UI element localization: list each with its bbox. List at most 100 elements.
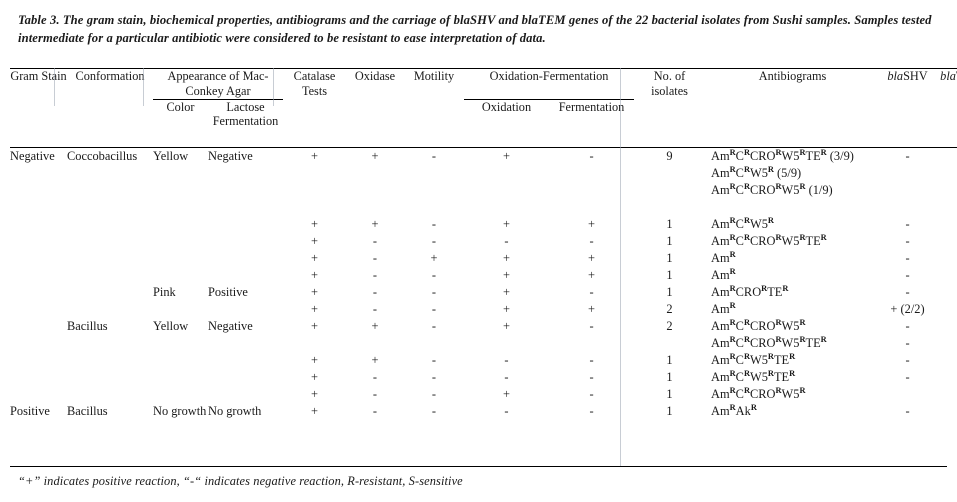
cell-isolates: 1 bbox=[666, 387, 673, 401]
cell-color: Pink bbox=[153, 285, 176, 299]
cell-blashv bbox=[880, 165, 935, 182]
cell-motility: - bbox=[404, 147, 464, 165]
table-row: + - - - - 1 AmRCRW5RTER - - bbox=[10, 369, 957, 386]
cell-blashv: - bbox=[905, 404, 910, 418]
cell-motility bbox=[404, 335, 464, 352]
cell-conformation bbox=[67, 386, 153, 403]
header-gram-stain: Gram Stain bbox=[10, 68, 67, 129]
cell-motility bbox=[404, 165, 464, 182]
data-table: Gram Stain Conformation Appearance of Ma… bbox=[10, 68, 957, 420]
cell-lactose bbox=[208, 165, 283, 182]
cell-oxidation: + bbox=[503, 217, 510, 231]
cell-motility bbox=[404, 182, 464, 199]
cell-oxidase: + bbox=[371, 217, 379, 231]
cell-gram-stain bbox=[10, 182, 67, 199]
cell-lactose: Negative bbox=[208, 319, 253, 333]
cell-motility: - bbox=[431, 404, 437, 418]
cell-oxidation: + bbox=[503, 251, 510, 265]
cell-conformation bbox=[67, 267, 153, 284]
header-appearance: Appearance of Mac-Conkey Agar bbox=[153, 68, 283, 99]
cell-catalase bbox=[283, 165, 346, 182]
column-divider-2 bbox=[143, 68, 144, 106]
cell-blashv: - bbox=[905, 336, 910, 350]
footer-rule bbox=[10, 466, 947, 467]
cell-lactose bbox=[208, 369, 283, 386]
cell-oxidation: + bbox=[503, 268, 510, 282]
cell-oxidation bbox=[464, 165, 549, 182]
cell-conformation bbox=[67, 216, 153, 233]
table-row: AmRCRW5R (5/9) bbox=[10, 165, 957, 182]
cell-antibiogram: AmRCRW5RTER bbox=[711, 351, 796, 367]
cell-motility bbox=[404, 199, 464, 216]
cell-motility: - bbox=[431, 353, 437, 367]
cell-catalase bbox=[283, 199, 346, 216]
cell-conformation: Coccobacillus bbox=[67, 147, 153, 165]
cell-fermentation bbox=[549, 182, 634, 199]
cell-lactose bbox=[208, 335, 283, 352]
cell-blatem: - bbox=[935, 386, 957, 403]
cell-oxidation: + bbox=[503, 319, 510, 333]
cell-blashv: + (2/2) bbox=[890, 302, 925, 316]
cell-gram-stain bbox=[10, 199, 67, 216]
cell-antibiogram: AmRCRCRORW5R bbox=[711, 385, 806, 401]
cell-oxidation bbox=[464, 199, 549, 216]
cell-motility: - bbox=[431, 234, 437, 248]
cell-antibiogram: AmR bbox=[711, 300, 736, 316]
blashv-rest: SHV bbox=[903, 69, 928, 83]
cell-lactose bbox=[208, 386, 283, 403]
cell-gram-stain bbox=[10, 284, 67, 301]
table-row: + - - + +1 AmR - - bbox=[10, 267, 957, 284]
cell-blashv: - bbox=[905, 370, 910, 384]
cell-lactose: No growth bbox=[208, 404, 262, 418]
cell-antibiogram: AmRAkR bbox=[711, 402, 757, 418]
cell-oxidase: - bbox=[372, 404, 378, 418]
cell-catalase: + bbox=[311, 217, 318, 231]
cell-blashv bbox=[880, 386, 935, 403]
table-row: + - + + +1 AmR - - bbox=[10, 250, 957, 267]
cell-blashv: - bbox=[905, 285, 910, 299]
cell-motility: - bbox=[431, 319, 437, 333]
cell-oxidation: - bbox=[504, 353, 509, 367]
cell-antibiogram: AmR bbox=[711, 249, 736, 265]
cell-isolates bbox=[634, 165, 705, 182]
cell-antibiogram: AmRCRW5R (5/9) bbox=[711, 164, 802, 180]
cell-lactose bbox=[208, 267, 283, 284]
cell-oxidation: - bbox=[504, 234, 509, 248]
cell-color: No growth bbox=[153, 404, 207, 418]
cell-oxidation: + bbox=[503, 387, 510, 401]
cell-conformation bbox=[67, 165, 153, 182]
cell-fermentation bbox=[549, 199, 634, 216]
cell-color bbox=[153, 335, 208, 352]
cell-gram-stain bbox=[10, 386, 67, 403]
cell-fermentation: - bbox=[549, 147, 635, 165]
cell-oxidase: + bbox=[346, 147, 404, 165]
cell-color bbox=[153, 386, 208, 403]
cell-catalase: + bbox=[311, 234, 318, 248]
cell-gram-stain bbox=[10, 318, 67, 335]
cell-lactose bbox=[208, 233, 283, 250]
cell-color bbox=[153, 216, 208, 233]
cell-antibiogram: AmRCRW5R bbox=[711, 215, 774, 231]
cell-catalase bbox=[283, 182, 346, 199]
cell-blatem bbox=[935, 335, 957, 352]
cell-conformation: Bacillus bbox=[67, 404, 108, 418]
table-row: Negative Coccobacillus Yellow Negative + + - + -… bbox=[10, 147, 957, 165]
cell-conformation: Bacillus bbox=[67, 319, 108, 333]
cell-catalase: + bbox=[311, 370, 318, 384]
cell-oxidase bbox=[346, 182, 404, 199]
column-divider-1 bbox=[54, 68, 55, 106]
cell-lactose bbox=[208, 301, 283, 318]
header-oxidation: Oxidation bbox=[464, 98, 549, 129]
cell-blatem bbox=[935, 182, 957, 199]
cell-color bbox=[153, 352, 208, 369]
cell-conformation bbox=[67, 352, 153, 369]
cell-blashv: - bbox=[880, 147, 936, 165]
cell-catalase: + bbox=[311, 353, 318, 367]
cell-lactose bbox=[208, 216, 283, 233]
cell-color bbox=[153, 250, 208, 267]
cell-antibiogram bbox=[705, 199, 880, 216]
cell-color: Yellow bbox=[153, 147, 208, 165]
cell-fermentation: + bbox=[588, 217, 595, 231]
table-row: Bacillus Yellow Negative + + - + - 2 AmRCRCRORW5R… bbox=[10, 318, 957, 335]
cell-conformation bbox=[67, 182, 153, 199]
